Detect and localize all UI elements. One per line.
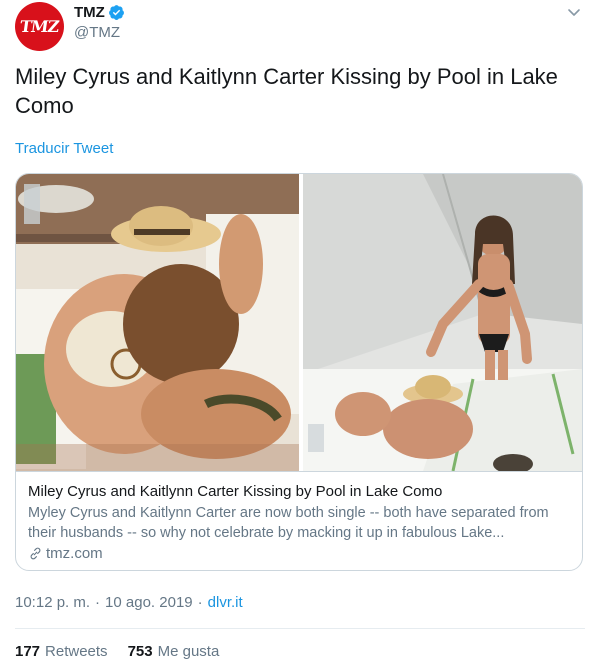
retweets-count: 177 xyxy=(15,643,41,660)
tweet-time[interactable]: 10:12 p. m. xyxy=(15,594,90,611)
poolside-photo-left xyxy=(16,174,299,471)
card-photo-left[interactable] xyxy=(16,174,299,471)
retweets-stat[interactable]: 177 Retweets xyxy=(15,643,108,660)
divider xyxy=(15,628,585,629)
display-name[interactable]: TMZ xyxy=(74,4,105,21)
retweets-label: Retweets xyxy=(45,643,108,660)
meta-separator: · xyxy=(95,594,101,611)
likes-count: 753 xyxy=(127,643,153,660)
avatar[interactable]: TMZ xyxy=(15,2,64,51)
poolside-photo-right xyxy=(303,174,582,471)
tmz-logo: TMZ xyxy=(19,17,60,36)
link-icon xyxy=(30,547,41,560)
verified-badge-icon xyxy=(108,5,124,20)
card-domain[interactable]: tmz.com xyxy=(28,545,570,562)
tweet-stats: 177 Retweets 753 Me gusta xyxy=(15,643,239,660)
chevron-down-icon[interactable] xyxy=(566,4,582,20)
likes-stat[interactable]: 753 Me gusta xyxy=(128,643,220,660)
meta-separator: · xyxy=(197,594,203,611)
likes-label: Me gusta xyxy=(157,643,220,660)
tweet: TMZ TMZ @TMZ Miley Cyrus and Kaitlynn Ca… xyxy=(0,0,599,660)
tweet-text: Miley Cyrus and Kaitlynn Carter Kissing … xyxy=(15,64,558,118)
tweet-source-link[interactable]: dlvr.it xyxy=(208,594,243,611)
card-photo-right[interactable] xyxy=(303,174,582,471)
card-description: Myley Cyrus and Kaitlynn Carter are now … xyxy=(28,505,549,541)
translate-tweet-link[interactable]: Traducir Tweet xyxy=(15,140,113,157)
card-images[interactable] xyxy=(16,174,582,471)
handle[interactable]: @TMZ xyxy=(74,24,120,41)
card-body[interactable]: Miley Cyrus and Kaitlynn Carter Kissing … xyxy=(16,471,582,570)
card-domain-text: tmz.com xyxy=(46,545,103,562)
tweet-meta: 10:12 p. m. · 10 ago. 2019 · dlvr.it xyxy=(15,594,243,611)
card-title[interactable]: Miley Cyrus and Kaitlynn Carter Kissing … xyxy=(28,482,570,501)
tweet-date[interactable]: 10 ago. 2019 xyxy=(105,594,193,611)
link-card[interactable]: Miley Cyrus and Kaitlynn Carter Kissing … xyxy=(15,173,583,571)
author-name-row[interactable]: TMZ xyxy=(74,4,125,21)
